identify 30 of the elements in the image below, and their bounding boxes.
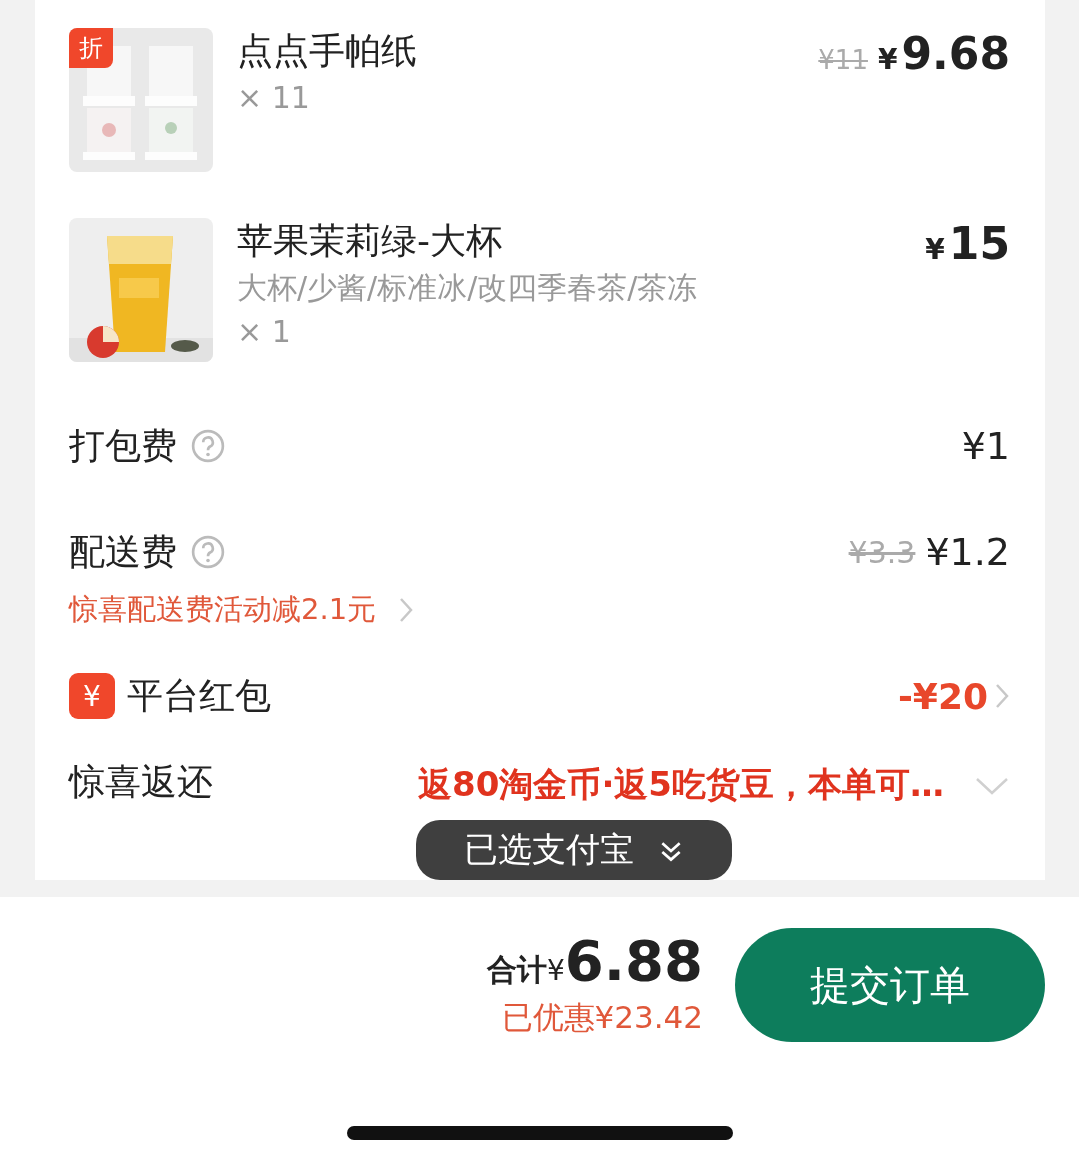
- product-price: ¥15: [925, 218, 1010, 269]
- product-quantity: × 11: [237, 80, 311, 115]
- original-fee: ¥3.3: [848, 534, 916, 570]
- product-quantity: × 1: [237, 314, 292, 349]
- discount-note[interactable]: 惊喜配送费活动减2.1元: [69, 590, 377, 630]
- home-indicator[interactable]: [347, 1126, 733, 1140]
- fee-price: ¥1.2: [925, 530, 1010, 574]
- surprise-return-label: 惊喜返还: [69, 760, 213, 804]
- submit-order-button[interactable]: 提交订单: [735, 928, 1045, 1042]
- chevron-down-icon[interactable]: [974, 776, 1010, 796]
- product-name: 点点手帕纸: [237, 29, 418, 73]
- total-price: 合计¥6.88: [487, 928, 703, 993]
- coupon-icon: ¥: [69, 673, 115, 719]
- original-price: ¥11: [818, 45, 868, 75]
- saved-amount: 已优惠¥23.42: [501, 998, 703, 1037]
- discount-badge: 折: [69, 28, 113, 68]
- chevron-icon[interactable]: [994, 682, 1010, 710]
- help-icon[interactable]: [191, 429, 225, 463]
- fee-label: 配送费: [69, 529, 177, 574]
- toast[interactable]: 已选支付宝: [416, 820, 732, 880]
- product-price: ¥9.68: [877, 28, 1010, 79]
- product-options: 大杯/少酱/标准冰/改四季春茶/茶冻: [237, 268, 926, 308]
- surprise-return-value: 返80淘金币·返5吃货豆，本单可…: [418, 763, 944, 806]
- help-icon[interactable]: [191, 535, 225, 569]
- coupon-label: 平台红包: [127, 673, 271, 718]
- chevron-icon[interactable]: [398, 596, 415, 624]
- coupon-value[interactable]: -¥20: [897, 675, 988, 717]
- fee-price: ¥1: [961, 424, 1010, 468]
- product-name: 苹果茉莉绿-大杯: [237, 219, 503, 263]
- fee-label: 打包费: [69, 423, 177, 468]
